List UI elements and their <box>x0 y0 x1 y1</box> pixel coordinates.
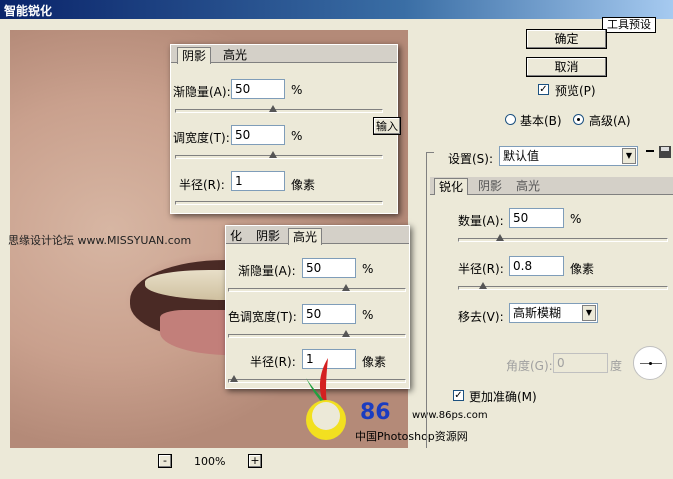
fade-slider[interactable] <box>228 288 406 292</box>
settings-select[interactable]: 默认值 ▼ <box>499 146 638 166</box>
advanced-radio-label: 高级(A) <box>589 114 631 128</box>
tonal-input[interactable]: 50 <box>231 125 285 145</box>
amount-input[interactable]: 50 <box>509 208 564 228</box>
tab-sharpen-partial[interactable]: 化 <box>226 228 246 244</box>
tab-shadow[interactable]: 阴影 <box>252 228 284 244</box>
advanced-radio[interactable] <box>573 114 584 125</box>
tab-shadow[interactable]: 阴影 <box>177 47 212 64</box>
fade-unit: % <box>362 262 374 276</box>
preview-checkbox-label: 预览(P) <box>555 84 596 98</box>
fade-slider-thumb[interactable] <box>342 284 350 291</box>
angle-label: 角度(G): <box>506 359 553 373</box>
watermark-missyuan: 思缘设计论坛 www.MISSYUAN.com <box>8 234 192 247</box>
fade-unit: % <box>291 83 303 97</box>
fade-slider[interactable] <box>175 109 383 113</box>
radius-input[interactable]: 0.8 <box>509 256 564 276</box>
more-accurate-checkbox[interactable]: ✓ <box>453 390 464 401</box>
remove-select[interactable]: 高斯模糊 ▼ <box>509 303 598 323</box>
chevron-down-icon: ▼ <box>582 305 596 321</box>
watermark-86ps-url: www.86ps.com <box>412 410 488 421</box>
shadow-panel-overlay: 阴影 高光 渐隐量(A): 50 % 调宽度(T): 50 % 半径(R): 1… <box>170 44 398 214</box>
window-title: 智能锐化 <box>4 4 53 18</box>
remove-label: 移去(V): <box>458 310 504 324</box>
delete-preset-icon[interactable] <box>646 150 654 152</box>
amount-label: 数量(A): <box>458 214 504 228</box>
save-preset-icon[interactable] <box>658 145 672 159</box>
radius-label: 半径(R): <box>250 355 296 369</box>
tonal-label: 色调宽度(T): <box>228 310 297 324</box>
radius-input[interactable]: 1 <box>231 171 285 191</box>
radius-slider[interactable] <box>175 201 383 205</box>
angle-unit: 度 <box>610 359 623 373</box>
tonal-slider[interactable] <box>175 155 383 159</box>
title-bar: 智能锐化 <box>0 0 673 19</box>
radius-slider-thumb[interactable] <box>479 282 488 289</box>
settings-label: 设置(S): <box>448 152 494 166</box>
fade-input[interactable]: 50 <box>302 258 356 278</box>
amount-slider-thumb[interactable] <box>496 234 504 241</box>
basic-radio-label: 基本(B) <box>520 114 562 128</box>
watermark-86ps-cn: 中国Photoshop资源网 <box>355 430 468 443</box>
radius-unit: 像素 <box>570 262 595 276</box>
tonal-slider-thumb[interactable] <box>269 151 277 158</box>
cancel-button[interactable]: 取消 <box>526 57 607 77</box>
ok-button[interactable]: 确定 <box>526 29 607 49</box>
radius-slider-thumb[interactable] <box>230 375 238 382</box>
fade-input[interactable]: 50 <box>231 79 285 99</box>
tonal-input[interactable]: 50 <box>302 304 356 324</box>
remove-select-value: 高斯模糊 <box>513 306 562 320</box>
tonal-slider-thumb[interactable] <box>342 330 350 337</box>
radius-label: 半径(R): <box>458 262 504 276</box>
chevron-down-icon: ▼ <box>622 148 636 164</box>
fade-slider-thumb[interactable] <box>269 105 277 112</box>
tab-highlight[interactable]: 高光 <box>288 228 323 245</box>
more-accurate-label: 更加准确(M) <box>469 390 537 404</box>
angle-dial[interactable] <box>633 346 667 380</box>
tab-shadow[interactable]: 阴影 <box>474 178 506 194</box>
output-button[interactable]: 输入 <box>373 117 401 135</box>
preview-checkbox[interactable]: ✓ <box>538 84 549 95</box>
angle-dial-center <box>649 362 652 365</box>
fade-label: 渐隐量(A): <box>238 264 296 278</box>
tab-highlight[interactable]: 高光 <box>512 178 544 194</box>
amount-slider[interactable] <box>458 238 668 242</box>
group-border-tick <box>426 152 434 153</box>
zoom-level: 100% <box>194 455 226 468</box>
tonal-unit: % <box>362 308 374 322</box>
radius-unit: 像素 <box>291 178 316 192</box>
zoom-in-button[interactable]: + <box>248 454 262 468</box>
group-border-left <box>426 152 427 448</box>
tonal-label: 调宽度(T): <box>173 131 230 145</box>
tab-highlight[interactable]: 高光 <box>219 47 251 63</box>
settings-select-value: 默认值 <box>503 149 540 163</box>
logo-86-text: 86 <box>360 400 391 425</box>
tool-preset-button[interactable]: 工具预设 <box>602 17 656 33</box>
fade-label: 渐隐量(A): <box>173 85 231 99</box>
tonal-unit: % <box>291 129 303 143</box>
zoom-out-button[interactable]: - <box>158 454 172 468</box>
tonal-slider[interactable] <box>228 334 406 338</box>
radius-label: 半径(R): <box>179 178 225 192</box>
radius-slider[interactable] <box>458 286 668 290</box>
amount-unit: % <box>570 212 582 226</box>
angle-input[interactable]: 0 <box>553 353 608 373</box>
tab-sharpen[interactable]: 锐化 <box>434 178 469 195</box>
basic-radio[interactable] <box>505 114 516 125</box>
